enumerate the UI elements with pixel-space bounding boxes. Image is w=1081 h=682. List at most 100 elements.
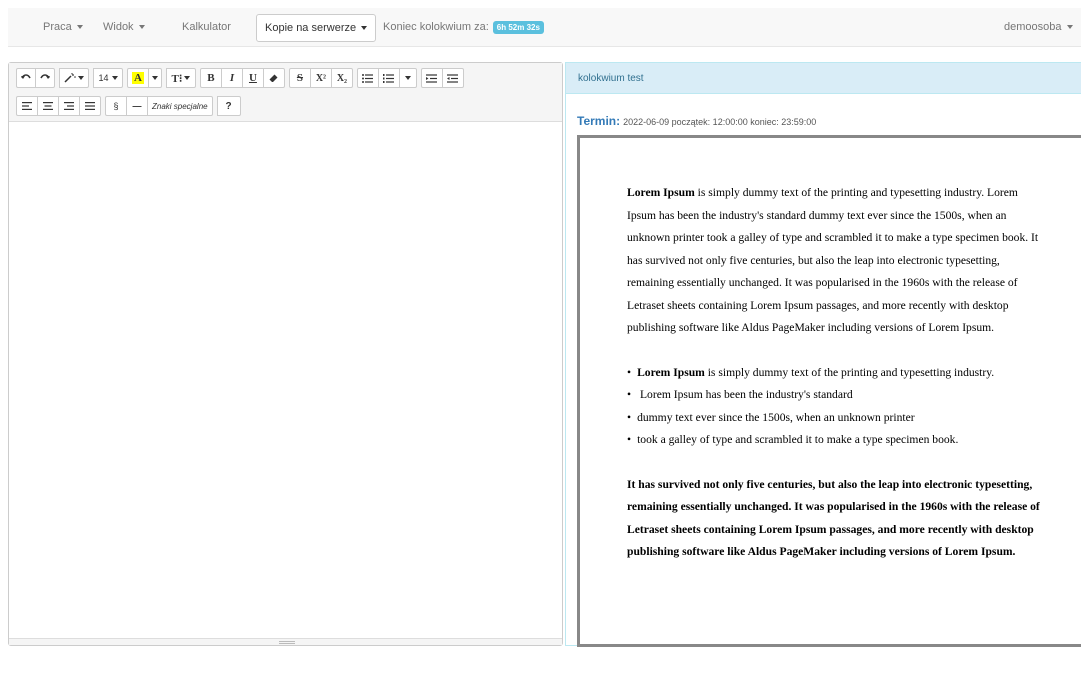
format-group: B I U bbox=[199, 68, 285, 88]
clear-format-button[interactable] bbox=[262, 68, 285, 88]
align-center-icon bbox=[43, 102, 53, 110]
help-label: ? bbox=[225, 100, 232, 112]
section-sign-label: § bbox=[113, 101, 119, 111]
task-heading: kolokwium test bbox=[566, 63, 1081, 94]
chevron-down-icon bbox=[78, 76, 84, 80]
highlight-dropdown[interactable] bbox=[147, 68, 162, 88]
help-group: ? bbox=[216, 96, 241, 116]
bold-label: B bbox=[207, 72, 215, 84]
resize-grip-icon bbox=[279, 641, 295, 644]
bullet-list-button[interactable] bbox=[356, 68, 379, 88]
font-size-select[interactable]: 14 bbox=[93, 68, 123, 88]
indent-icon bbox=[426, 73, 438, 83]
redo-button[interactable] bbox=[35, 68, 55, 88]
italic-button[interactable]: I bbox=[220, 68, 243, 88]
menu-widok[interactable]: Widok bbox=[103, 21, 145, 33]
chevron-down-icon bbox=[1066, 25, 1073, 29]
menu-praca-label: Praca bbox=[43, 21, 72, 33]
bullet-1-bold: Lorem Ipsum bbox=[637, 365, 705, 379]
bullet-list: Lorem Ipsum is simply dummy text of the … bbox=[627, 362, 1042, 452]
outdent-button[interactable] bbox=[441, 68, 464, 88]
strikethrough-label: S bbox=[296, 72, 304, 84]
numbered-list-button[interactable] bbox=[377, 68, 400, 88]
list-options-dropdown[interactable] bbox=[398, 68, 417, 88]
outdent-icon bbox=[447, 73, 459, 83]
paragraph-1: Lorem Ipsum is simply dummy text of the … bbox=[627, 182, 1042, 340]
toolbar-row-2: § — Znaki specjalne ? bbox=[16, 96, 245, 116]
termin-label: Termin: bbox=[577, 114, 621, 128]
bullet-list-icon bbox=[362, 73, 374, 83]
align-right-icon bbox=[64, 102, 74, 110]
server-copies-button[interactable]: Kopie na serwerze bbox=[256, 14, 377, 42]
menu-praca[interactable]: Praca bbox=[43, 21, 83, 33]
align-left-button[interactable] bbox=[16, 96, 38, 116]
align-justify-button[interactable] bbox=[79, 96, 101, 116]
paragraph-1-text: is simply dummy text of the printing and… bbox=[627, 186, 1039, 334]
paragraph-2: It has survived not only five centuries,… bbox=[627, 477, 1040, 559]
history-group bbox=[16, 68, 55, 88]
align-justify-icon bbox=[85, 102, 95, 110]
chevron-down-icon bbox=[184, 76, 191, 80]
section-sign-button[interactable]: § bbox=[105, 96, 127, 116]
align-group bbox=[16, 96, 101, 116]
task-panel: kolokwium test Termin: 2022-06-09 począte… bbox=[565, 62, 1081, 647]
align-right-button[interactable] bbox=[58, 96, 80, 116]
user-menu[interactable]: demoosoba bbox=[1004, 21, 1073, 33]
chevron-down-icon bbox=[76, 25, 83, 29]
editor-text-area[interactable] bbox=[9, 121, 562, 639]
align-left-icon bbox=[22, 102, 32, 110]
list-item: Lorem Ipsum is simply dummy text of the … bbox=[627, 362, 1042, 385]
superscript-button[interactable]: X² bbox=[309, 68, 332, 88]
countdown: Koniec kolokwium za: 6h 52m 32s bbox=[383, 20, 544, 34]
highlight-button[interactable]: A bbox=[127, 68, 149, 88]
task-content: Lorem Ipsum is simply dummy text of the … bbox=[627, 182, 1042, 564]
superscript-label: X² bbox=[315, 72, 327, 84]
dash-button[interactable]: — bbox=[126, 96, 148, 116]
toolbar-row-1: 14 A T⁝ B I U S X² X₂ bbox=[16, 68, 468, 88]
editor-toolbar: 14 A T⁝ B I U S X² X₂ § — Znaki specjaln… bbox=[9, 63, 562, 122]
menu-widok-label: Widok bbox=[103, 21, 134, 33]
special-chars-button[interactable]: Znaki specjalne bbox=[147, 96, 213, 116]
help-button[interactable]: ? bbox=[216, 96, 241, 116]
indent-button[interactable] bbox=[420, 68, 443, 88]
termin-line: Termin: 2022-06-09 początek: 12:00:00 kon… bbox=[577, 114, 816, 128]
align-center-button[interactable] bbox=[37, 96, 59, 116]
strikethrough-button[interactable]: S bbox=[288, 68, 311, 88]
text-style-label: T⁝ bbox=[171, 72, 183, 85]
magic-style-button[interactable] bbox=[59, 68, 89, 88]
bullet-1-text: is simply dummy text of the printing and… bbox=[704, 365, 995, 379]
script-group: S X² X₂ bbox=[288, 68, 353, 88]
font-size-group: 14 bbox=[93, 68, 123, 88]
user-name: demoosoba bbox=[1004, 21, 1062, 33]
list-item: dummy text ever since the 1500s, when an… bbox=[627, 407, 1042, 430]
text-style-button[interactable]: T⁝ bbox=[165, 68, 196, 88]
countdown-badge: 6h 52m 32s bbox=[492, 20, 544, 34]
chevron-down-icon bbox=[138, 25, 145, 29]
server-copies-label: Kopie na serwerze bbox=[265, 22, 357, 34]
highlight-icon: A bbox=[132, 72, 144, 84]
style-group bbox=[59, 68, 89, 88]
list-item: took a galley of type and scrambled it t… bbox=[627, 429, 1042, 452]
underline-button[interactable]: U bbox=[241, 68, 264, 88]
kalkulator-label: Kalkulator bbox=[182, 21, 231, 33]
special-chars-label: Znaki specjalne bbox=[152, 101, 208, 111]
termin-value: 2022-06-09 początek: 12:00:00 koniec: 23… bbox=[623, 117, 817, 127]
undo-button[interactable] bbox=[16, 68, 36, 88]
top-navbar: Praca Widok Kalkulator Kopie na serwerze… bbox=[8, 8, 1081, 47]
font-size-value: 14 bbox=[98, 73, 109, 83]
magic-wand-icon bbox=[64, 73, 76, 83]
redo-icon bbox=[40, 74, 50, 79]
undo-icon bbox=[21, 74, 31, 79]
subscript-label: X₂ bbox=[336, 72, 348, 84]
subscript-button[interactable]: X₂ bbox=[330, 68, 353, 88]
list-group bbox=[356, 68, 417, 88]
kalkulator-link[interactable]: Kalkulator bbox=[182, 21, 231, 33]
eraser-icon bbox=[269, 74, 278, 82]
bold-button[interactable]: B bbox=[199, 68, 222, 88]
editor-resize-handle[interactable] bbox=[9, 638, 562, 645]
text-style-group: T⁝ bbox=[165, 68, 196, 88]
chevron-down-icon bbox=[404, 76, 411, 80]
indent-group bbox=[420, 68, 464, 88]
task-document: Lorem Ipsum is simply dummy text of the … bbox=[577, 135, 1081, 647]
insert-group: § — Znaki specjalne bbox=[105, 96, 213, 116]
